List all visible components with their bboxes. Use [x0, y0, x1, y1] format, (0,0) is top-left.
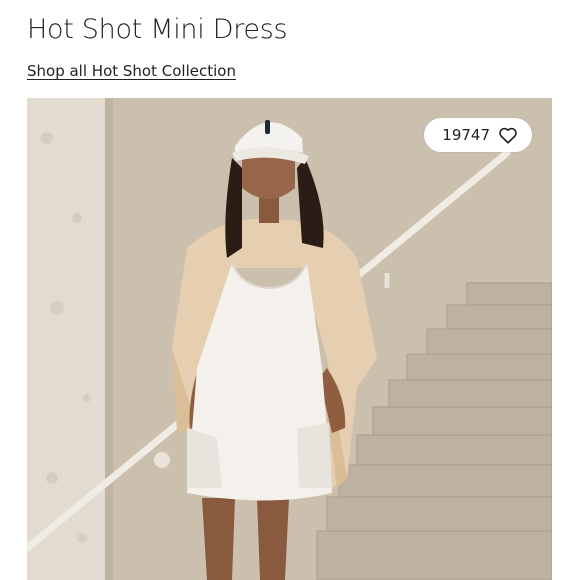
- product-photo[interactable]: 19747: [27, 98, 552, 580]
- heart-outline-icon: [499, 127, 517, 144]
- product-title: Hot Shot Mini Dress: [27, 14, 288, 45]
- like-count: 19747: [442, 126, 490, 144]
- shop-collection-link[interactable]: Shop all Hot Shot Collection: [27, 62, 236, 80]
- like-button[interactable]: 19747: [424, 118, 532, 152]
- product-photo-illustration: [27, 98, 552, 580]
